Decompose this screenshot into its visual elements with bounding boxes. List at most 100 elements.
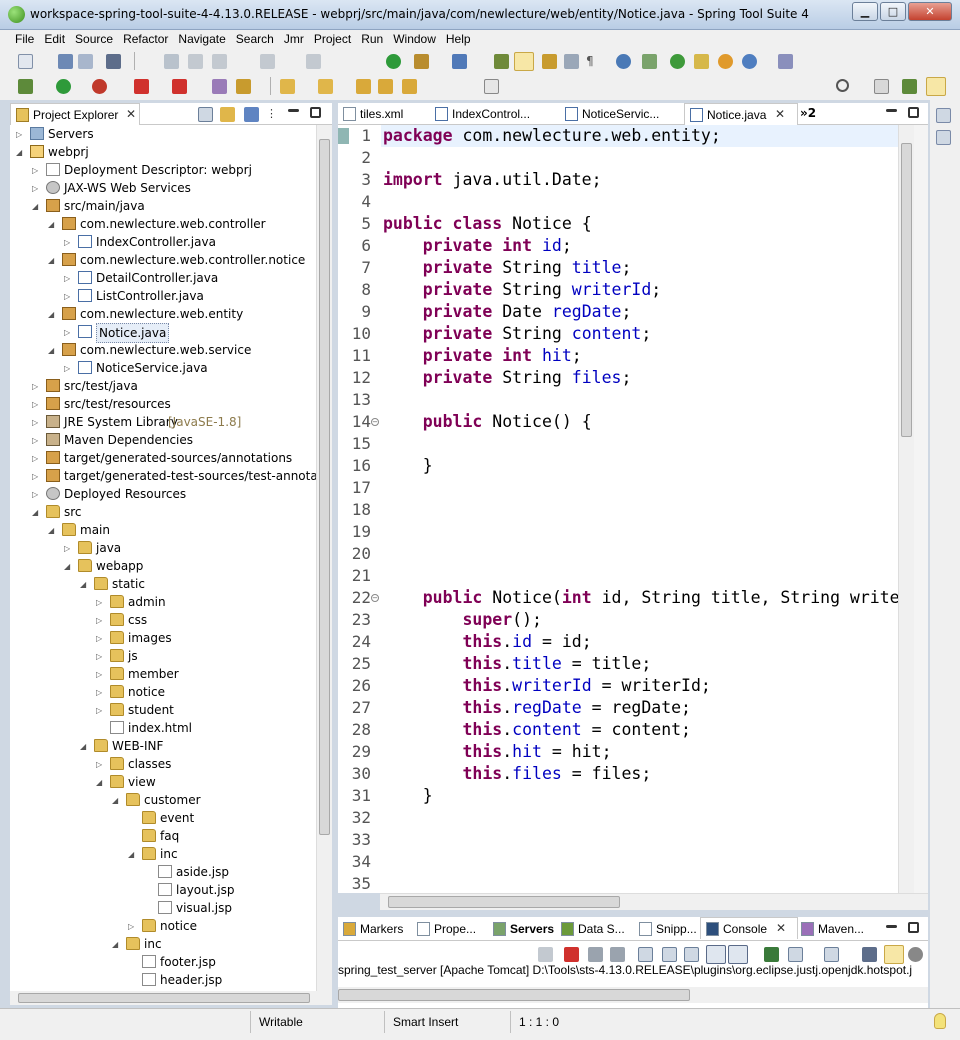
run-icon[interactable] xyxy=(56,79,71,94)
stop-icon[interactable] xyxy=(134,79,149,94)
menu-project[interactable]: Project xyxy=(309,30,356,50)
tree-item[interactable]: ▷ notice xyxy=(10,917,316,935)
tree-item[interactable]: ◢ src xyxy=(10,503,316,521)
back-icon[interactable] xyxy=(378,79,393,94)
maximize-button[interactable]: □ xyxy=(880,2,906,21)
code-line[interactable]: public Notice() { xyxy=(383,412,592,431)
code-line[interactable]: this.title = title; xyxy=(383,654,651,673)
tree-item[interactable]: ▷ member xyxy=(10,665,316,683)
expand-arrow-icon[interactable]: ◢ xyxy=(64,562,73,571)
show-whitespace-icon[interactable]: ¶ xyxy=(586,54,601,69)
coverage-icon[interactable] xyxy=(92,79,107,94)
collapse-arrow-icon[interactable]: ▷ xyxy=(64,544,73,553)
tab-markers[interactable]: Markers xyxy=(338,918,412,940)
collapse-arrow-icon[interactable]: ▷ xyxy=(96,634,105,643)
close-icon[interactable]: ✕ xyxy=(775,107,785,121)
expand-arrow-icon[interactable]: ◢ xyxy=(32,508,41,517)
terminate-icon[interactable] xyxy=(564,947,579,962)
tree-item[interactable]: ◢ inc xyxy=(10,845,316,863)
expand-arrow-icon[interactable]: ◢ xyxy=(128,850,137,859)
tree-item[interactable]: ▷ classes xyxy=(10,755,316,773)
show-stdout-icon[interactable] xyxy=(706,945,726,964)
suspend-icon[interactable] xyxy=(188,54,203,69)
tree-item[interactable]: ▷ images xyxy=(10,629,316,647)
code-line[interactable]: private String content; xyxy=(383,324,652,343)
fold-toggle-icon[interactable]: − xyxy=(371,594,379,602)
close-button[interactable]: ✕ xyxy=(908,2,952,21)
globe-icon[interactable] xyxy=(742,54,757,69)
expand-arrow-icon[interactable]: ◢ xyxy=(48,256,57,265)
code-line[interactable]: public Notice(int id, String title, Stri… xyxy=(383,588,900,607)
quick-access-search-icon[interactable] xyxy=(836,79,849,92)
code-line[interactable]: this.regDate = regDate; xyxy=(383,698,691,717)
expand-arrow-icon[interactable]: ◢ xyxy=(48,310,57,319)
next-annotation-icon[interactable] xyxy=(280,79,295,94)
code-line[interactable]: } xyxy=(383,456,433,475)
display-selected-console-icon[interactable] xyxy=(788,947,803,962)
menu-search[interactable]: Search xyxy=(231,30,279,50)
clear-console-icon[interactable] xyxy=(638,947,653,962)
tree-item[interactable]: footer.jsp xyxy=(10,953,316,971)
word-wrap-icon[interactable] xyxy=(684,947,699,962)
menu-jmr[interactable]: Jmr xyxy=(279,30,309,50)
save-all-icon[interactable] xyxy=(78,54,93,69)
new-icon[interactable] xyxy=(18,54,33,69)
tree-item[interactable]: ▷ JAX-WS Web Services xyxy=(10,179,316,197)
collapse-arrow-icon[interactable]: ▷ xyxy=(96,598,105,607)
menu-source[interactable]: Source xyxy=(70,30,118,50)
menu-run[interactable]: Run xyxy=(356,30,388,50)
menu-help[interactable]: Help xyxy=(441,30,476,50)
boot-dashboard-icon[interactable] xyxy=(414,54,429,69)
expand-arrow-icon[interactable]: ◢ xyxy=(16,148,25,157)
expand-arrow-icon[interactable]: ◢ xyxy=(112,796,121,805)
expand-arrow-icon[interactable]: ◢ xyxy=(32,202,41,211)
open-type-icon[interactable] xyxy=(494,54,509,69)
collapse-arrow-icon[interactable]: ▷ xyxy=(64,238,73,247)
editor-vertical-scrollbar[interactable] xyxy=(898,125,914,893)
web-browser-icon[interactable] xyxy=(616,54,631,69)
console-hscroll-thumb[interactable] xyxy=(338,989,690,1001)
settings-gear-icon[interactable] xyxy=(908,947,923,962)
expand-arrow-icon[interactable]: ◢ xyxy=(48,220,57,229)
code-line[interactable]: private String files; xyxy=(383,368,632,387)
tree-item[interactable]: event xyxy=(10,809,316,827)
relaunch-icon[interactable] xyxy=(538,947,553,962)
minimize-panel-icon[interactable] xyxy=(886,925,897,928)
collapse-arrow-icon[interactable]: ▷ xyxy=(96,616,105,625)
tree-hscroll-thumb[interactable] xyxy=(18,993,310,1003)
toggle-mark-occurrences-icon[interactable] xyxy=(514,52,534,71)
code-line[interactable]: public class Notice { xyxy=(383,214,592,233)
close-icon[interactable]: ✕ xyxy=(776,921,786,935)
remove-all-terminated-icon[interactable] xyxy=(610,947,625,962)
tree-item[interactable]: header.jsp xyxy=(10,971,316,989)
remove-launch-icon[interactable] xyxy=(588,947,603,962)
tree-item[interactable]: ◢ main xyxy=(10,521,316,539)
tree-item[interactable]: visual.jsp xyxy=(10,899,316,917)
tree-item[interactable]: layout.jsp xyxy=(10,881,316,899)
console-view[interactable]: spring_test_server [Apache Tomcat] D:\To… xyxy=(338,941,928,1008)
code-line[interactable]: private int hit; xyxy=(383,346,582,365)
save-icon[interactable] xyxy=(58,54,73,69)
forward-icon[interactable] xyxy=(402,79,417,94)
tree-item[interactable]: ▷ Notice.java xyxy=(10,323,316,343)
task-list-icon[interactable] xyxy=(936,130,951,145)
expand-arrow-icon[interactable]: ◢ xyxy=(80,742,89,751)
expand-arrow-icon[interactable]: ◢ xyxy=(96,778,105,787)
overview-ruler[interactable] xyxy=(914,125,928,893)
fold-toggle-icon[interactable]: − xyxy=(371,418,379,426)
outline-icon[interactable] xyxy=(936,108,951,123)
code-line[interactable]: package com.newlecture.web.entity; xyxy=(383,126,721,145)
code-line[interactable]: private Date regDate; xyxy=(383,302,632,321)
collapse-arrow-icon[interactable]: ▷ xyxy=(32,418,41,427)
code-line[interactable]: private int id; xyxy=(383,236,572,255)
tree-item[interactable]: ▷ css xyxy=(10,611,316,629)
search-icon[interactable] xyxy=(642,54,657,69)
scroll-lock-icon[interactable] xyxy=(662,947,677,962)
step-over-icon[interactable] xyxy=(306,54,321,69)
maximize-editor-icon[interactable] xyxy=(908,107,919,118)
editor-scroll-thumb[interactable] xyxy=(901,143,912,437)
expand-arrow-icon[interactable]: ◢ xyxy=(48,526,57,535)
tree-item[interactable]: ▷ student xyxy=(10,701,316,719)
open-resource-icon[interactable] xyxy=(212,79,227,94)
external-tools-icon[interactable] xyxy=(694,54,709,69)
